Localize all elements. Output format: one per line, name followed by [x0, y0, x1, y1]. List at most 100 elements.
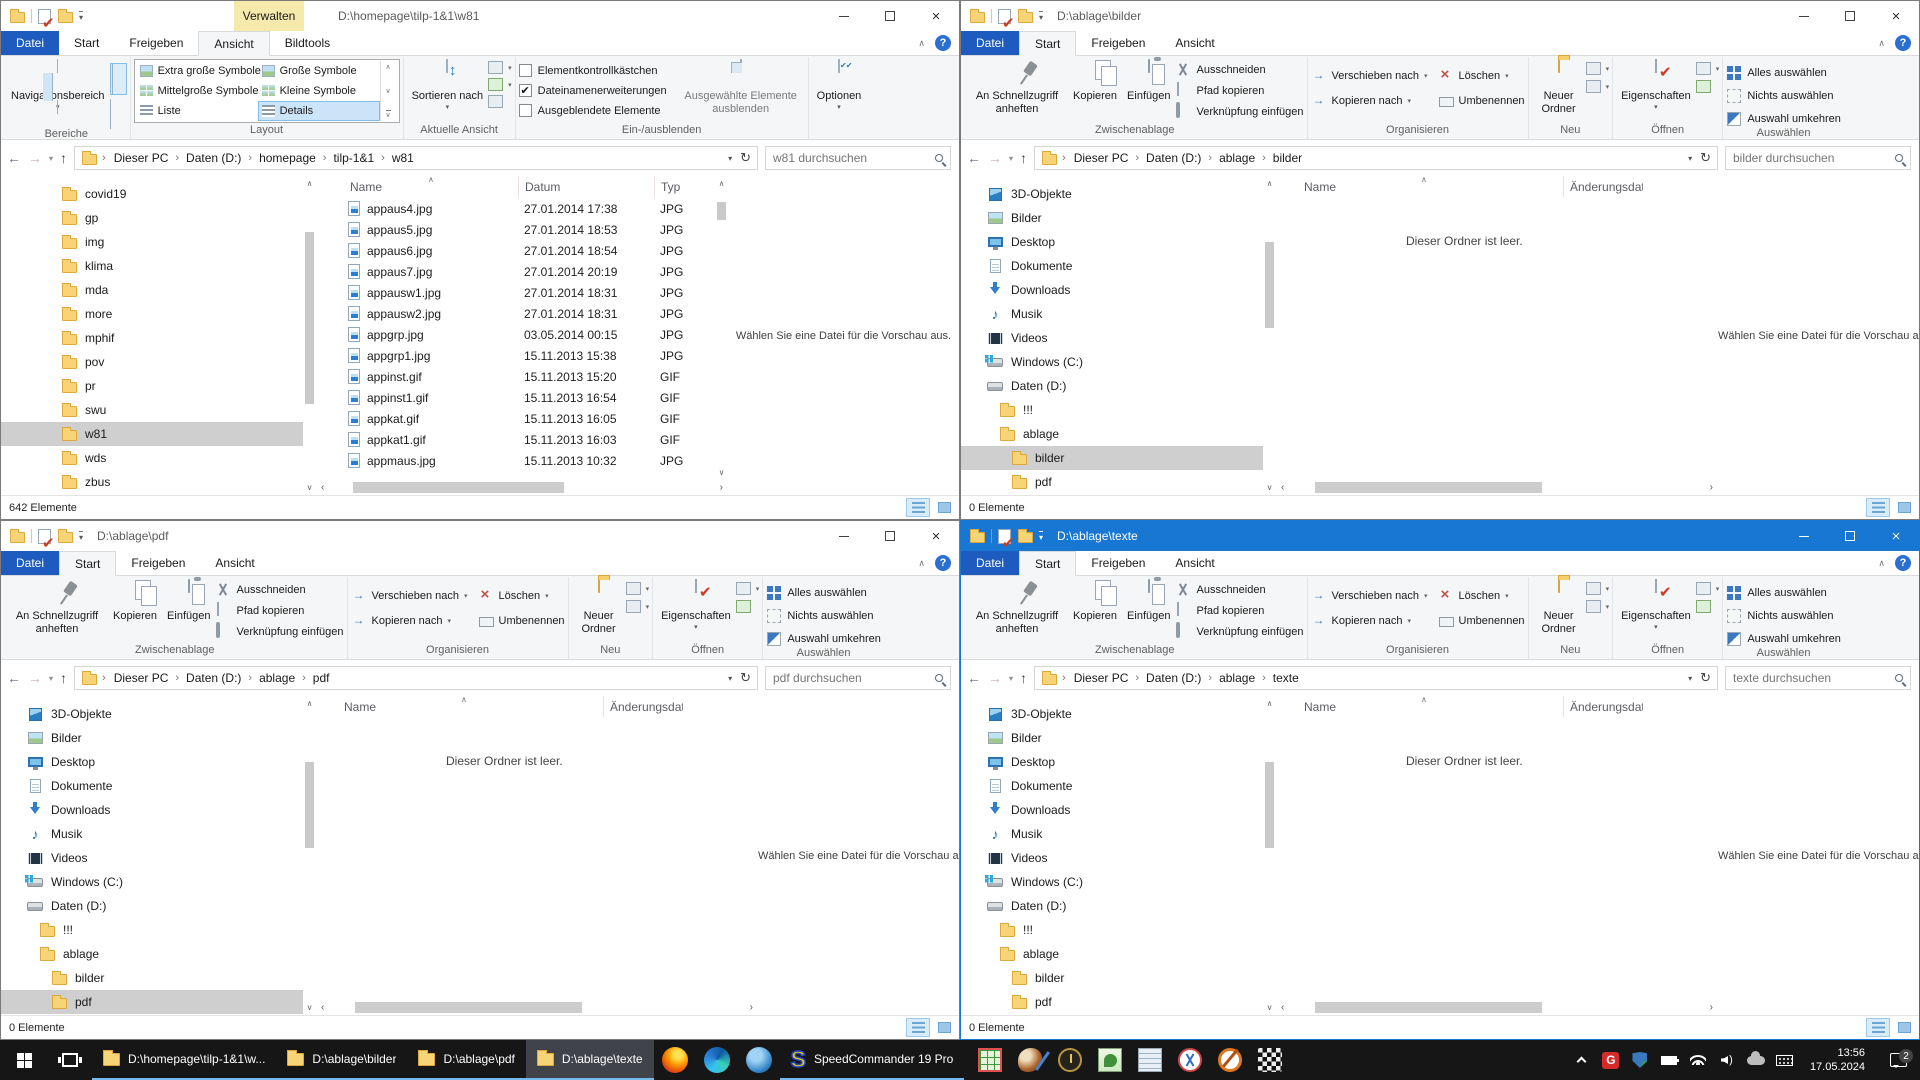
- maximize-button[interactable]: [1827, 1, 1873, 31]
- scroll-left-icon[interactable]: ‹: [1278, 482, 1287, 493]
- tab-datei[interactable]: Datei: [961, 31, 1019, 55]
- select-all-button[interactable]: Alles auswählen: [1726, 585, 1841, 601]
- sidebar-item-daten-d[interactable]: Daten (D:): [961, 894, 1263, 918]
- sidebar-item-item[interactable]: !!!: [1, 918, 303, 942]
- action-center-button[interactable]: 2: [1880, 1053, 1916, 1067]
- column-header-nderungsdatum[interactable]: Änderungsdatum: [1563, 696, 1643, 718]
- sidebar-folder-zbus[interactable]: zbus: [1, 470, 303, 494]
- file-row-appaus7-jpg[interactable]: appaus7.jpg27.01.2014 20:19JPG: [316, 261, 728, 282]
- sidebar-item-windows-c[interactable]: Windows (C:): [961, 870, 1263, 894]
- sidebar-item-videos[interactable]: Videos: [1, 846, 303, 870]
- checkered-icon[interactable]: [1258, 1048, 1282, 1072]
- tab-start[interactable]: Start: [59, 551, 116, 576]
- tab-datei[interactable]: Datei: [1, 551, 59, 575]
- tab-datei[interactable]: Datei: [1, 31, 59, 55]
- breadcrumb-item-ablage[interactable]: ablage: [1216, 671, 1258, 685]
- address-bar[interactable]: › Dieser PC›Daten (D:)›ablage›pdf ▾ ↻: [74, 666, 758, 690]
- scrollbar-thumb[interactable]: [717, 202, 726, 220]
- scroll-left-icon[interactable]: ‹: [318, 482, 327, 493]
- paste-button[interactable]: Einfügen: [162, 577, 215, 623]
- sidebar-folder-wds[interactable]: wds: [1, 446, 303, 470]
- maximize-button[interactable]: [867, 1, 913, 31]
- copy-path-button[interactable]: Pfad kopieren: [1175, 603, 1303, 619]
- invert-selection-button[interactable]: Auswahl umkehren: [1726, 111, 1841, 127]
- address-dropdown-icon[interactable]: ▾: [1688, 674, 1692, 683]
- taskbar-thunderbird[interactable]: [738, 1040, 780, 1080]
- title-bar[interactable]: ▾ D:\ablage\texte ×: [961, 521, 1919, 551]
- recent-locations-icon[interactable]: ▾: [1009, 154, 1013, 163]
- back-icon[interactable]: ←: [967, 670, 981, 686]
- windows-security-icon[interactable]: [1630, 1050, 1650, 1070]
- hidden-items-checkbox[interactable]: Ausgeblendete Elemente: [519, 104, 667, 117]
- notepad-icon[interactable]: [1138, 1048, 1162, 1072]
- invert-selection-button[interactable]: Auswahl umkehren: [766, 631, 881, 647]
- scrollbar-thumb[interactable]: [305, 232, 314, 404]
- preview-pane-button[interactable]: [110, 63, 127, 95]
- sidebar-item-windows-c[interactable]: Windows (C:): [961, 350, 1263, 374]
- refresh-icon[interactable]: ↻: [740, 670, 751, 686]
- minimize-button[interactable]: [1781, 1, 1827, 31]
- sidebar-item-dokumente[interactable]: Dokumente: [961, 774, 1263, 798]
- copy-to-button[interactable]: Kopieren nach▾: [351, 613, 468, 629]
- add-columns-button[interactable]: ▾: [488, 78, 512, 91]
- cut-button[interactable]: Ausschneiden: [1175, 62, 1303, 78]
- thumbnail-view-button[interactable]: [1892, 1018, 1916, 1037]
- sidebar-folder-w81[interactable]: w81: [1, 422, 303, 446]
- file-row-appausw1-jpg[interactable]: appausw1.jpg27.01.2014 18:31JPG: [316, 282, 728, 303]
- recent-locations-icon[interactable]: ▾: [1009, 674, 1013, 683]
- new-folder-button[interactable]: Neuer Ordner: [1532, 577, 1586, 635]
- copy-button[interactable]: Kopieren: [1068, 577, 1122, 623]
- file-row-appausw2-jpg[interactable]: appausw2.jpg27.01.2014 18:31JPG: [316, 303, 728, 324]
- details-view-button[interactable]: [906, 498, 930, 517]
- column-header-name[interactable]: Name: [316, 696, 603, 718]
- tab-start[interactable]: Start: [1019, 31, 1076, 56]
- address-dropdown-icon[interactable]: ▾: [1688, 154, 1692, 163]
- title-bar[interactable]: ▾ D:\ablage\bilder ×: [961, 1, 1919, 31]
- column-header-nderungsdatum[interactable]: Änderungsdatum: [603, 696, 683, 718]
- breadcrumb-item-bilder[interactable]: bilder: [1270, 151, 1305, 165]
- navigation-scrollbar[interactable]: ∧ ∨: [1263, 176, 1276, 495]
- thumbnail-view-button[interactable]: [932, 1018, 956, 1037]
- select-none-button[interactable]: Nichts auswählen: [1726, 608, 1841, 624]
- thumbnail-view-button[interactable]: [1892, 498, 1916, 517]
- refresh-icon[interactable]: ↻: [1700, 670, 1711, 686]
- tab-bildtools[interactable]: Bildtools: [270, 31, 345, 55]
- paste-shortcut-button[interactable]: Verknüpfung einfügen: [215, 624, 343, 640]
- size-columns-button[interactable]: [488, 95, 512, 108]
- column-header-name[interactable]: Name: [1276, 176, 1563, 198]
- sort-by-button[interactable]: Sortieren nach ▾: [407, 57, 489, 112]
- breadcrumb-item-tilp-1-1[interactable]: tilp-1&1: [330, 151, 377, 165]
- thumbnail-view-button[interactable]: [932, 498, 956, 517]
- maximize-button[interactable]: [1827, 521, 1873, 551]
- tab-freigeben[interactable]: Freigeben: [114, 31, 198, 55]
- minimize-button[interactable]: [821, 521, 867, 551]
- sidebar-item-musik[interactable]: ♪Musik: [961, 822, 1263, 846]
- column-header-name[interactable]: Name: [316, 176, 518, 198]
- scroll-up-icon[interactable]: ∧: [715, 179, 728, 188]
- collapse-ribbon-icon[interactable]: ∧: [1878, 38, 1885, 49]
- sidebar-item-3d-objekte[interactable]: 3D-Objekte: [1, 702, 303, 726]
- file-row-appinst-gif[interactable]: appinst.gif15.11.2013 15:20GIF: [316, 366, 728, 387]
- properties-button[interactable]: Eigenschaften ▾: [1616, 57, 1696, 112]
- breadcrumb-item-daten-d[interactable]: Daten (D:): [1143, 151, 1204, 165]
- delete-button[interactable]: Löschen▾: [1438, 68, 1525, 84]
- sidebar-item-downloads[interactable]: Downloads: [961, 278, 1263, 302]
- select-none-button[interactable]: Nichts auswählen: [1726, 88, 1841, 104]
- scroll-right-icon[interactable]: ›: [747, 1002, 756, 1013]
- copy-to-button[interactable]: Kopieren nach▾: [1311, 613, 1428, 629]
- scroll-down-icon[interactable]: ∨: [715, 468, 728, 477]
- breadcrumb-item-pdf[interactable]: pdf: [310, 671, 333, 685]
- sidebar-item-bilder[interactable]: Bilder: [961, 206, 1263, 230]
- sidebar-item-daten-d[interactable]: Daten (D:): [1, 894, 303, 918]
- sidebar-item-ablage[interactable]: ablage: [961, 942, 1263, 966]
- item-checkboxes-checkbox[interactable]: Elementkontrollkästchen: [519, 64, 667, 77]
- up-icon[interactable]: ↑: [60, 150, 67, 166]
- column-header-datum[interactable]: Datum: [518, 176, 654, 198]
- sidebar-item-videos[interactable]: Videos: [961, 326, 1263, 350]
- sidebar-folder-mda[interactable]: mda: [1, 278, 303, 302]
- task-view-button[interactable]: [48, 1040, 92, 1080]
- sidebar-folder-gp[interactable]: gp: [1, 206, 303, 230]
- customize-quick-access-icon[interactable]: ▾: [1039, 531, 1043, 542]
- layout-details[interactable]: Details: [258, 101, 380, 121]
- scroll-left-icon[interactable]: ‹: [1278, 1002, 1287, 1013]
